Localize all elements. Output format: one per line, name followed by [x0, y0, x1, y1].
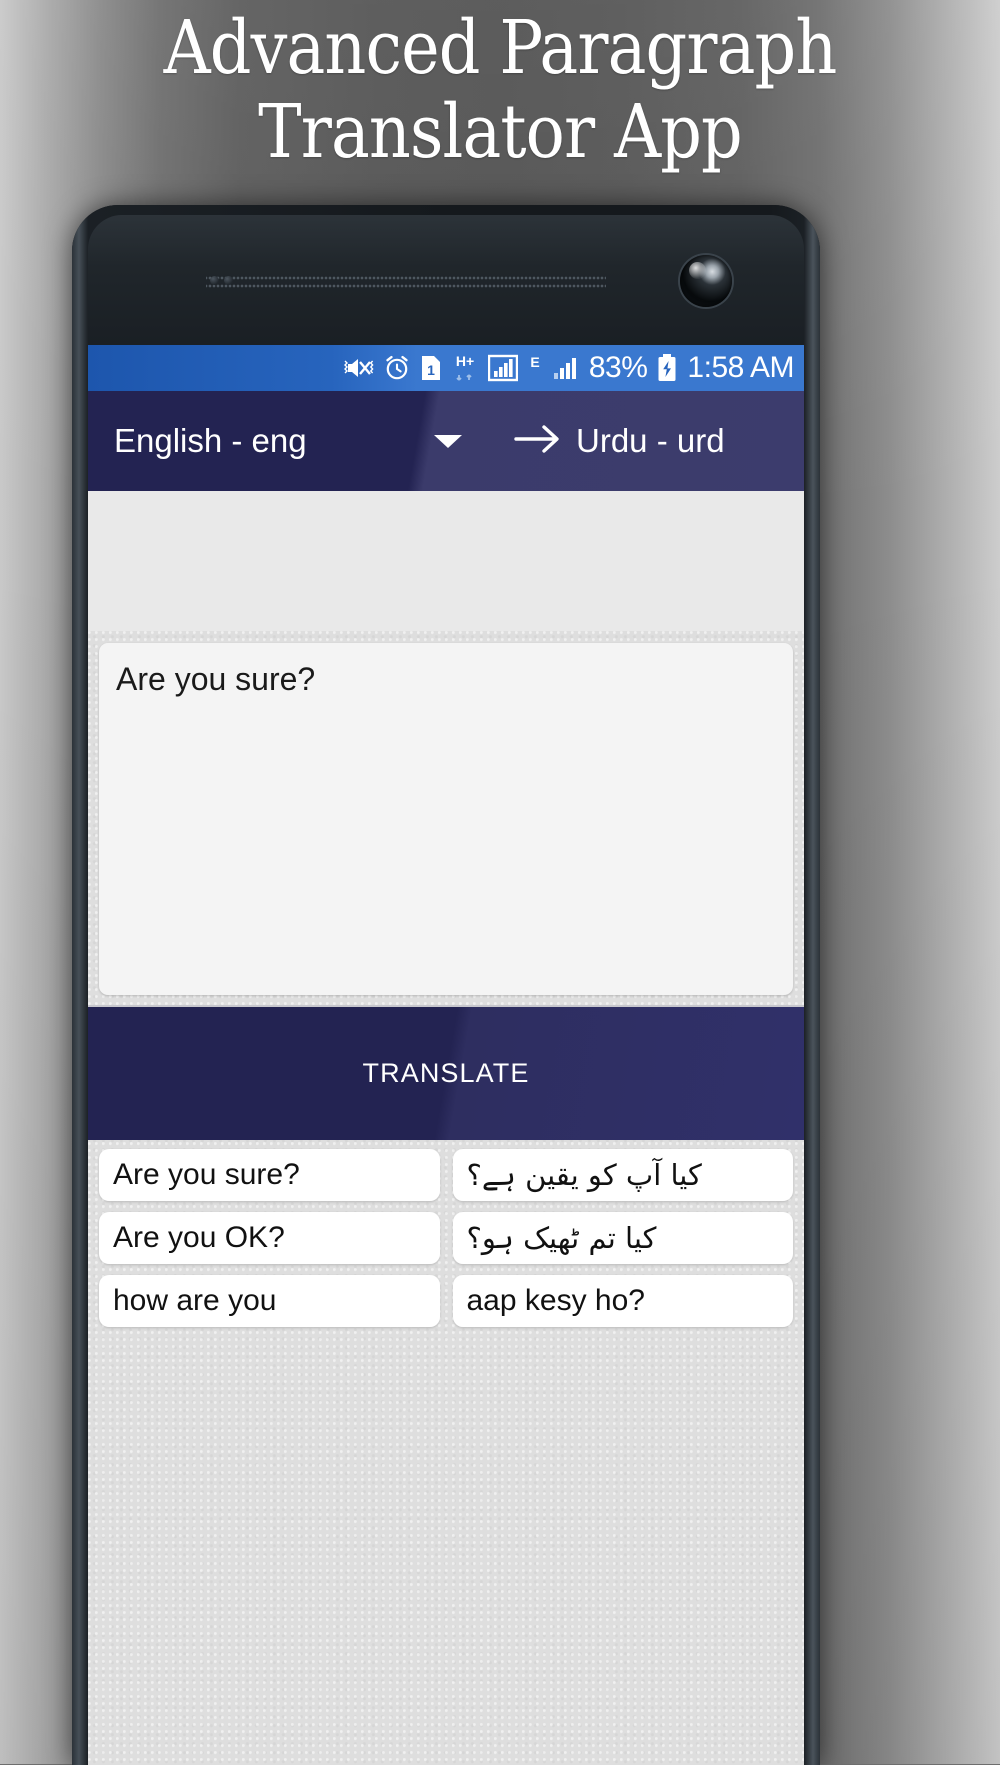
phone-screen: 1 H+ E 83% 1:58 AM English - eng Urdu - …: [88, 345, 804, 1765]
history-source-text[interactable]: Are you sure?: [99, 1149, 440, 1201]
svg-text:H+: H+: [456, 353, 474, 369]
source-text-input[interactable]: Are you sure?: [99, 643, 793, 995]
history-source-text[interactable]: how are you: [99, 1275, 440, 1327]
history-target-text[interactable]: کیا تم ٹھیک ہو؟: [452, 1212, 793, 1264]
sim-card-1-icon: 1: [420, 354, 442, 382]
signal-bars-2-icon: [552, 354, 580, 382]
direction-arrow-icon: [513, 421, 565, 462]
battery-percent-label: 83%: [588, 351, 648, 384]
hplus-data-icon: H+: [451, 353, 479, 383]
battery-charging-icon: [656, 353, 678, 383]
phone-mockup: 1 H+ E 83% 1:58 AM English - eng Urdu - …: [72, 205, 820, 1765]
language-selector-bar: English - eng Urdu - urd: [88, 391, 804, 491]
history-target-text[interactable]: aap kesy ho?: [452, 1275, 793, 1327]
vibrate-mute-icon: [343, 355, 374, 381]
signal-bars-icon: [487, 354, 518, 382]
history-target-text[interactable]: کیا آپ کو یقین ہے؟: [452, 1149, 793, 1201]
phone-top-bezel: [88, 215, 804, 345]
translate-button[interactable]: TRANSLATE: [88, 1005, 804, 1140]
table-row[interactable]: Are you sure? کیا آپ کو یقین ہے؟: [99, 1149, 793, 1201]
status-bar: 1 H+ E 83% 1:58 AM: [88, 345, 804, 391]
clock-label: 1:58 AM: [687, 351, 794, 384]
sim-label: 1: [427, 362, 435, 378]
app-content: Are you sure? TRANSLATE Are you sure? کی…: [88, 631, 804, 1765]
table-row[interactable]: Are you OK? کیا تم ٹھیک ہو؟: [99, 1212, 793, 1264]
edge-data-icon: E: [527, 354, 543, 382]
target-language-select[interactable]: Urdu - urd: [576, 422, 725, 460]
source-language-select[interactable]: English - eng: [114, 422, 307, 460]
translation-history-list: Are you sure? کیا آپ کو یقین ہے؟ Are you…: [88, 1140, 804, 1327]
page-title: Advanced Paragraph Translator App: [163, 5, 838, 175]
alarm-clock-icon: [383, 354, 411, 382]
camera-lens-icon: [680, 255, 732, 307]
svg-text:E: E: [530, 354, 539, 370]
source-chevron-down-icon[interactable]: [434, 434, 462, 448]
speaker-grille-icon: [206, 273, 606, 289]
sensor-dots-icon: [210, 275, 246, 287]
history-source-text[interactable]: Are you OK?: [99, 1212, 440, 1264]
table-row[interactable]: how are you aap kesy ho?: [99, 1275, 793, 1327]
input-area: Are you sure?: [88, 631, 804, 1005]
